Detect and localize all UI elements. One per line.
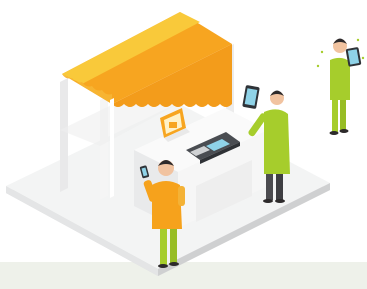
person-tablet-far — [316, 38, 365, 135]
tablet-icon — [242, 85, 260, 109]
pop-up-shop-illustration — [6, 12, 365, 276]
